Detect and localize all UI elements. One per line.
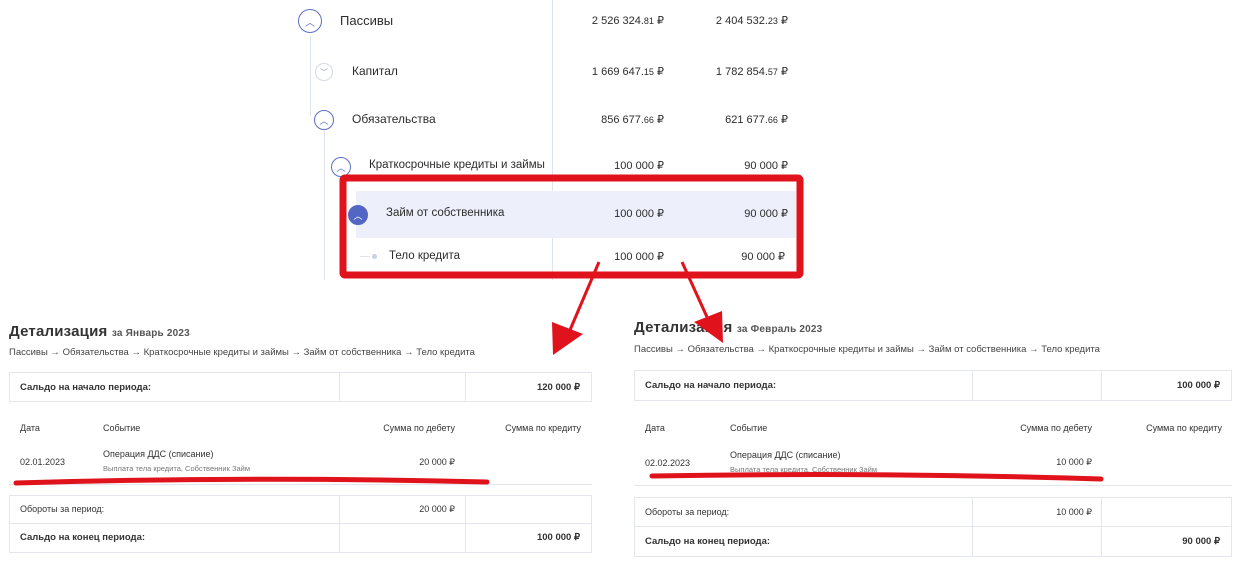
col-header-event: Событие [730,423,768,433]
tree-row-label[interactable]: Займ от собственника [386,207,504,219]
closing-balance-value: 100 000 ₽ [536,532,580,543]
tree-row-label[interactable]: Тело кредита [389,250,460,262]
tree-row-value-2: 1 782 854.57 ₽ [715,66,788,78]
detail-title: Детализация за Февраль 2023 [634,319,823,336]
underline-left [13,476,490,486]
row-event-description: Выплата тела кредита, Собственник Займ [730,465,878,474]
tree-row-value-2: 2 404 532.23 ₽ [715,15,788,27]
closing-balance-label: Сальдо на конец периода: [20,532,146,543]
tree-row-value-2: 621 677.66 ₽ [725,114,788,126]
detail-title: Детализация за Январь 2023 [9,323,190,340]
turnover-label: Обороты за период: [20,504,105,514]
opening-balance-value: 100 000 ₽ [1176,380,1220,391]
tree-guide-line [324,130,325,280]
turnover-row [634,497,1232,557]
collapse-toggle-icon[interactable]: ︿ [298,9,322,33]
row-date: 02.01.2023 [20,457,66,467]
tree-row-value-1: 100 000 ₽ [614,251,664,263]
tree-row-label[interactable]: Обязательства [352,112,436,126]
tree-guide-line [310,36,311,116]
collapse-toggle-icon[interactable]: ︿ [314,110,334,130]
row-separator [9,484,592,485]
tree-row-value-1: 2 526 324.81 ₽ [591,15,664,27]
tree-row-value-2: 90 000 ₽ [744,208,788,220]
expand-toggle-icon[interactable]: ﹀ [315,63,333,81]
col-header-debit: Сумма по дебету [383,423,455,433]
tree-row-value-2: 90 000 ₽ [741,251,785,263]
collapse-toggle-icon[interactable]: ︿ [331,157,351,177]
arrow-left-head [552,322,583,355]
tree-row-value-1: 1 669 647.15 ₽ [591,66,664,78]
row-debit: 20 000 ₽ [419,457,455,467]
turnover-debit: 20 000 ₽ [419,504,455,514]
col-header-date: Дата [645,423,665,433]
cell-divider [465,372,466,402]
cell-divider [339,372,340,402]
cell-divider [972,497,973,557]
breadcrumb: Пассивы → Обязательства → Краткосрочные … [634,344,1100,355]
arrow-left-shaft [568,261,601,331]
tree-row-value-1: 100 000 ₽ [614,160,664,172]
tree-row-label[interactable]: Капитал [352,64,398,78]
cell-divider [972,370,973,401]
row-event[interactable]: Операция ДДС (списание) [103,449,214,459]
breadcrumb: Пассивы → Обязательства → Краткосрочные … [9,347,475,358]
underline-right [649,472,1104,482]
tree-row-value-1: 100 000 ₽ [614,208,664,220]
col-header-credit: Сумма по кредиту [505,423,581,433]
row-event[interactable]: Операция ДДС (списание) [730,450,841,460]
col-header-event: Событие [103,423,141,433]
row-event-description: Выплата тела кредита, Собственник Займ [103,464,251,473]
closing-balance-value: 90 000 ₽ [1182,536,1220,547]
row-debit: 10 000 ₽ [1056,457,1092,467]
arrow-right-shaft [680,261,709,318]
column-divider [552,0,553,280]
tree-row-label[interactable]: Пассивы [340,13,393,28]
row-separator [634,526,1232,527]
col-header-debit: Сумма по дебету [1020,423,1092,433]
arrow-left [552,261,601,355]
row-separator [9,523,592,524]
turnover-debit: 10 000 ₽ [1056,507,1092,517]
col-header-date: Дата [20,423,40,433]
row-date: 02.02.2023 [645,458,691,468]
leaf-connector [360,256,370,257]
opening-balance-label: Сальдо на начало периода: [20,382,152,393]
tree-row-label[interactable]: Краткосрочные кредиты и займы [369,159,545,171]
cell-divider [1101,497,1102,557]
opening-balance-value: 120 000 ₽ [536,382,580,393]
cell-divider [1101,370,1102,401]
cell-divider [465,495,466,553]
collapse-toggle-icon[interactable]: ︿ [348,205,368,225]
leaf-dot-icon [372,254,377,259]
row-separator [634,485,1232,486]
opening-balance-label: Сальдо на начало периода: [645,380,777,391]
closing-balance-label: Сальдо на конец периода: [645,536,771,547]
tree-row-value-1: 856 677.66 ₽ [601,114,664,126]
cell-divider [339,495,340,553]
annotation-overlay [13,174,1104,486]
turnover-label: Обороты за период: [645,507,730,517]
col-header-credit: Сумма по кредиту [1146,423,1222,433]
tree-guide-line [341,176,342,276]
tree-row-value-2: 90 000 ₽ [744,160,788,172]
